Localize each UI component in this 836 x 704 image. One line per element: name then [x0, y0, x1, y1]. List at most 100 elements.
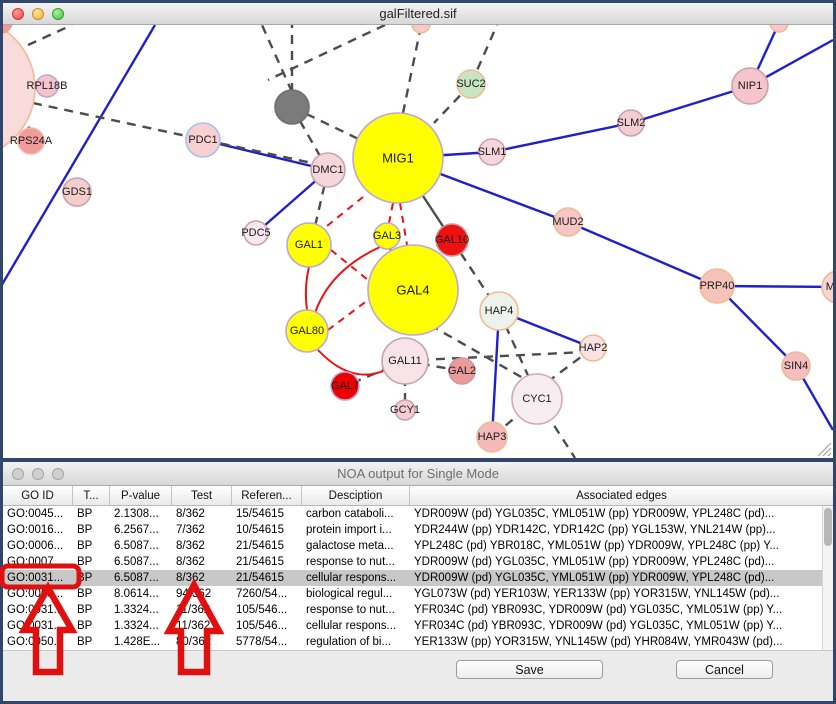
noa-window-title: NOA output for Single Mode	[3, 466, 833, 481]
edge-reddash	[328, 300, 368, 330]
node-corner-red[interactable]	[3, 25, 12, 33]
node-label-GAL4: GAL4	[396, 283, 429, 298]
minimize-button-inactive[interactable]	[32, 468, 44, 480]
scrollbar-thumb[interactable]	[824, 508, 832, 546]
cell-desc: cellular respons...	[302, 618, 410, 634]
cell-p: 6.5087...	[110, 538, 172, 554]
table-header-row: GO IDT...P-valueTestReferen...Desciption…	[3, 486, 833, 506]
cell-go: GO:0016...	[3, 522, 73, 538]
node-label-MUD2: MUD2	[552, 216, 583, 228]
column-header-type[interactable]: T...	[73, 486, 110, 505]
cell-ref: 7260/54...	[232, 586, 302, 602]
node-top-pink-1[interactable]	[412, 25, 430, 33]
cell-type: BP	[73, 570, 110, 586]
node-label-RPL18B: RPL18B	[27, 80, 68, 92]
cell-go: GO:0031...	[3, 618, 73, 634]
close-button[interactable]	[12, 8, 24, 20]
table-body: GO:0045...BP2.1308...8/36215/54615carbon…	[3, 506, 833, 650]
edge-blue	[568, 222, 717, 286]
cell-type: BP	[73, 554, 110, 570]
table-row[interactable]: GO:0045...BP2.1308...8/36215/54615carbon…	[3, 506, 833, 522]
column-header-p[interactable]: P-value	[110, 486, 172, 505]
cell-ref: 5778/54...	[232, 634, 302, 650]
cell-desc: cellular respons...	[302, 570, 410, 586]
node-label-GAL2: GAL2	[448, 365, 476, 377]
table-row[interactable]: GO:0050...BP1.428E...80/3625778/54...reg…	[3, 634, 833, 650]
edge-dash	[430, 325, 530, 382]
cell-ref: 21/54615	[232, 554, 302, 570]
cell-edges: YFR034C (pd) YBR093C, YDR009W (pd) YGL03…	[410, 602, 833, 618]
node-label-MSN: MSN	[826, 281, 833, 293]
node-label-HAP2: HAP2	[579, 342, 608, 354]
vertical-scrollbar[interactable]	[822, 506, 833, 650]
cell-edges: YGL073W (pd) YER103W, YER133W (pp) YOR31…	[410, 586, 833, 602]
resize-grip-icon[interactable]	[816, 441, 832, 457]
cell-test: 11/362	[172, 618, 232, 634]
cell-edges: YPL248C (pd) YBR018C, YML051W (pp) YDR00…	[410, 538, 833, 554]
cell-go: GO:0031...	[3, 602, 73, 618]
cell-edges: YFR034C (pd) YBR093C, YDR009W (pd) YGL03…	[410, 618, 833, 634]
node-label-MIG1: MIG1	[382, 151, 414, 166]
cell-test: 8/362	[172, 570, 232, 586]
cell-type: BP	[73, 602, 110, 618]
node-label-GCY1: GCY1	[390, 404, 420, 416]
node-label-GDS1: GDS1	[62, 186, 92, 198]
cell-ref: 15/54615	[232, 506, 302, 522]
column-header-edges[interactable]: Associated edges	[410, 486, 833, 505]
cell-ref: 21/54615	[232, 538, 302, 554]
cell-test: 8/362	[172, 554, 232, 570]
table-row[interactable]: GO:0031...BP1.3324...11/362105/546...res…	[3, 602, 833, 618]
column-header-go[interactable]: GO ID	[3, 486, 73, 505]
column-header-ref[interactable]: Referen...	[232, 486, 302, 505]
cell-edges: YDR009W (pd) YGL035C, YML051W (pp) YDR00…	[410, 554, 833, 570]
edge-reddash	[389, 203, 393, 223]
table-row[interactable]: GO:0065...BP8.0614...94/3627260/54...bio…	[3, 586, 833, 602]
edge-dash	[268, 25, 385, 80]
column-header-desc[interactable]: Desciption	[302, 486, 410, 505]
cell-p: 6.5087...	[110, 554, 172, 570]
table-row-selected[interactable]: GO:0031...BP6.5087...8/36221/54615cellul…	[3, 570, 833, 586]
close-button-inactive[interactable]	[12, 468, 24, 480]
cell-type: BP	[73, 618, 110, 634]
graph-window: galFiltered.sif RPL18BRPS24APDC1GDS1DMC1…	[3, 3, 833, 458]
cell-p: 1.428E...	[110, 634, 172, 650]
cell-desc: biological regul...	[302, 586, 410, 602]
zoom-button-inactive[interactable]	[52, 468, 64, 480]
cancel-button[interactable]: Cancel	[676, 660, 773, 679]
graph-window-title: galFiltered.sif	[3, 6, 833, 21]
node-label-RPS24A: RPS24A	[10, 135, 53, 147]
cell-go: GO:0006...	[3, 538, 73, 554]
save-button[interactable]: Save	[456, 660, 603, 679]
noa-window-titlebar[interactable]: NOA output for Single Mode	[3, 462, 833, 486]
edge-blue	[492, 123, 631, 152]
table-row[interactable]: GO:0016...BP6.2567...7/36210/54615protei…	[3, 522, 833, 538]
cell-type: BP	[73, 586, 110, 602]
cell-type: BP	[73, 538, 110, 554]
minimize-button[interactable]	[32, 8, 44, 20]
edge-dash	[262, 25, 292, 92]
network-canvas[interactable]: RPL18BRPS24APDC1GDS1DMC1MIG1SUC2SLM1SLM2…	[3, 25, 833, 458]
cell-test: 11/362	[172, 602, 232, 618]
cell-p: 2.1308...	[110, 506, 172, 522]
cell-test: 8/362	[172, 506, 232, 522]
button-panel: Save Cancel	[3, 650, 833, 701]
node-label-PRP40: PRP40	[700, 280, 735, 292]
node-label-GAL3: GAL3	[373, 230, 401, 242]
zoom-button[interactable]	[52, 8, 64, 20]
cell-go: GO:0050...	[3, 634, 73, 650]
edge-dash	[403, 26, 421, 113]
table-row[interactable]: GO:0031...BP1.3324...11/362105/546...cel…	[3, 618, 833, 634]
node-grey-node[interactable]	[275, 90, 309, 124]
column-header-test[interactable]: Test	[172, 486, 232, 505]
cell-go: GO:0007...	[3, 554, 73, 570]
cell-ref: 105/546...	[232, 602, 302, 618]
cell-edges: YER133W (pp) YOR315W, YNL145W (pd) YHR08…	[410, 634, 833, 650]
node-top-pink-2[interactable]	[770, 25, 788, 32]
cell-type: BP	[73, 506, 110, 522]
node-label-SUC2: SUC2	[456, 78, 485, 90]
graph-window-titlebar[interactable]: galFiltered.sif	[3, 3, 833, 25]
table-row[interactable]: GO:0007...BP6.5087...8/36221/54615respon…	[3, 554, 833, 570]
table-row[interactable]: GO:0006...BP6.5087...8/36221/54615galact…	[3, 538, 833, 554]
cell-desc: galactose meta...	[302, 538, 410, 554]
cell-test: 8/362	[172, 538, 232, 554]
